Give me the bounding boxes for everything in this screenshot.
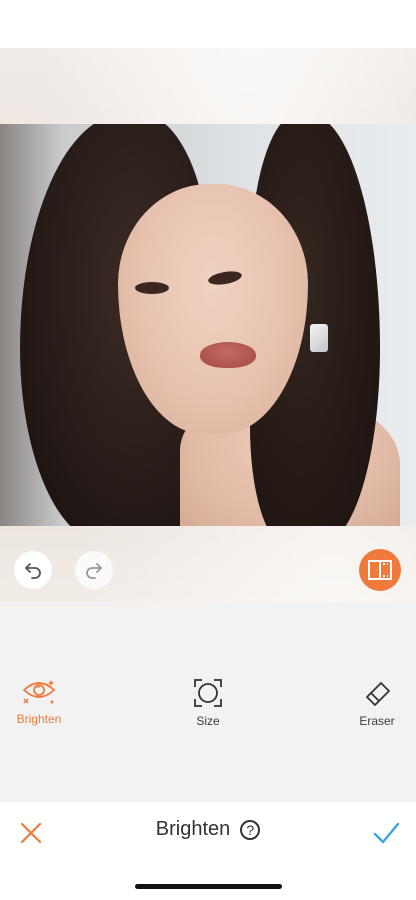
undo-icon xyxy=(25,563,41,579)
tool-eraser-label: Eraser xyxy=(359,714,395,728)
redo-button[interactable] xyxy=(75,551,113,589)
photo-canvas[interactable] xyxy=(0,48,416,602)
eye-sparkle-icon xyxy=(22,680,56,704)
compare-icon xyxy=(368,560,392,580)
photo-lips xyxy=(200,342,256,368)
page-title: Brighten xyxy=(155,818,231,840)
tool-size[interactable]: Size xyxy=(168,678,248,728)
help-icon[interactable]: ? xyxy=(240,819,261,840)
photo-eye-left xyxy=(135,282,169,294)
portrait-photo[interactable] xyxy=(0,124,416,526)
compare-button[interactable] xyxy=(359,549,401,591)
tool-brighten-label: Brighten xyxy=(16,712,62,726)
resize-icon xyxy=(194,679,222,707)
eraser-icon xyxy=(366,682,390,706)
title-group: Brighten ? xyxy=(0,818,416,841)
tool-eraser[interactable]: Eraser xyxy=(337,678,416,728)
redo-icon xyxy=(86,563,102,579)
tool-size-label: Size xyxy=(196,714,220,728)
photo-earring xyxy=(310,324,328,352)
tool-panel: Brighten Size Eraser xyxy=(0,602,416,802)
tool-brighten[interactable]: Brighten xyxy=(0,678,79,726)
home-indicator xyxy=(135,884,282,889)
undo-button[interactable] xyxy=(14,551,52,589)
checkmark-icon[interactable] xyxy=(372,820,400,846)
